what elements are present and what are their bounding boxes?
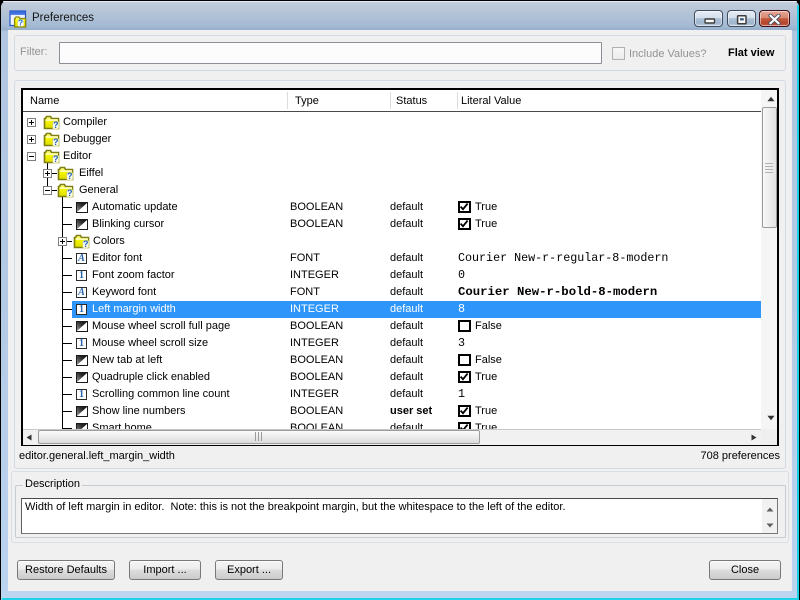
svg-text:?: ? bbox=[18, 18, 23, 28]
svg-text:?: ? bbox=[67, 188, 73, 198]
svg-text:?: ? bbox=[83, 239, 89, 249]
svg-text:?: ? bbox=[53, 120, 59, 130]
svg-text:?: ? bbox=[67, 171, 73, 181]
svg-text:?: ? bbox=[53, 137, 59, 147]
svg-text:?: ? bbox=[53, 154, 59, 164]
